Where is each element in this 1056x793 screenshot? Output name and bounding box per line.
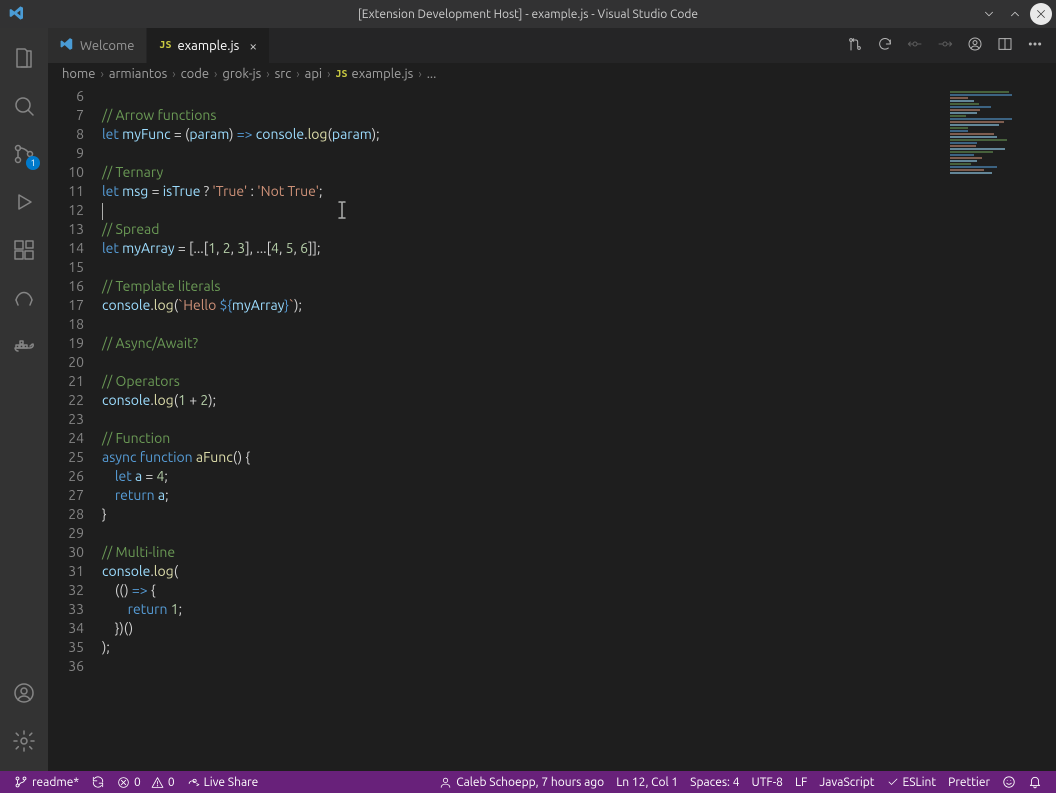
breadcrumb-item[interactable]: code [181, 67, 209, 81]
close-tab-icon[interactable]: × [249, 38, 257, 54]
problems-status[interactable]: 0 0 [111, 771, 181, 793]
more-icon[interactable] [1024, 36, 1046, 56]
cursor-position-status[interactable]: Ln 12, Col 1 [610, 771, 684, 793]
prettier-status[interactable]: Prettier [942, 771, 996, 793]
minimap[interactable] [946, 85, 1056, 771]
extensions-icon[interactable] [0, 226, 48, 274]
activity-bar: 1 [0, 28, 48, 771]
editor-actions [844, 28, 1056, 63]
commit-prev-icon[interactable] [904, 36, 926, 56]
breadcrumb-item[interactable]: api [305, 67, 322, 81]
copilot-icon[interactable] [0, 274, 48, 322]
vscode-icon [60, 37, 74, 54]
breadcrumb-item[interactable]: example.js [352, 67, 414, 81]
breadcrumb-item[interactable]: ... [427, 67, 437, 81]
explorer-icon[interactable] [0, 34, 48, 82]
indentation-status[interactable]: Spaces: 4 [684, 771, 745, 793]
window-title: [Extension Development Host] - example.j… [0, 8, 1056, 21]
title-bar: [Extension Development Host] - example.j… [0, 0, 1056, 28]
git-blame-status[interactable]: Caleb Schoepp, 7 hours ago [433, 771, 610, 793]
status-bar: readme* 0 0 Live Share Caleb Schoepp, 7 … [0, 771, 1056, 793]
undo-icon[interactable] [874, 36, 896, 56]
js-file-icon: JS [335, 69, 347, 80]
branch-status[interactable]: readme* [8, 771, 85, 793]
run-debug-icon[interactable] [0, 178, 48, 226]
accounts-icon[interactable] [0, 669, 48, 717]
gear-icon[interactable] [0, 717, 48, 765]
eslint-status[interactable]: ESLint [881, 771, 943, 793]
feedback-icon[interactable] [996, 771, 1022, 793]
encoding-status[interactable]: UTF-8 [746, 771, 789, 793]
split-editor-icon[interactable] [994, 36, 1016, 56]
line-numbers: 6789101112131415161718192021222324252627… [48, 85, 102, 771]
editor-area: Welcome JS example.js × home›armiantos›code… [48, 28, 1056, 771]
minimize-button[interactable] [978, 3, 1000, 25]
close-button[interactable] [1030, 3, 1052, 25]
tab-label: Welcome [80, 39, 134, 53]
eol-status[interactable]: LF [789, 771, 813, 793]
js-file-icon: JS [159, 40, 171, 51]
breadcrumb-item[interactable]: grok-js [222, 67, 261, 81]
breadcrumb-item[interactable]: home [62, 67, 95, 81]
vscode-logo-icon [0, 5, 34, 24]
source-control-icon[interactable]: 1 [0, 130, 48, 178]
breadcrumb-item[interactable]: src [275, 67, 292, 81]
tab-label: example.js [177, 39, 239, 53]
maximize-button[interactable] [1004, 3, 1026, 25]
sync-status[interactable] [85, 771, 111, 793]
language-status[interactable]: JavaScript [813, 771, 880, 793]
breadcrumb-item[interactable]: armiantos [109, 67, 167, 81]
git-compare-icon[interactable] [844, 36, 866, 56]
bell-icon[interactable] [1022, 771, 1048, 793]
breadcrumb[interactable]: home›armiantos›code›grok-js›src›api›JSex… [48, 63, 1056, 85]
tab-examplejs[interactable]: JS example.js × [147, 28, 270, 63]
user-icon[interactable] [964, 36, 986, 56]
commit-next-icon[interactable] [934, 36, 956, 56]
liveshare-status[interactable]: Live Share [181, 771, 265, 793]
tab-welcome[interactable]: Welcome [48, 28, 147, 63]
code-editor[interactable]: // Arrow functionslet myFunc = (param) =… [102, 85, 946, 771]
search-icon[interactable] [0, 82, 48, 130]
scm-badge: 1 [26, 156, 40, 170]
docker-icon[interactable] [0, 322, 48, 370]
editor-tabs: Welcome JS example.js × [48, 28, 1056, 63]
